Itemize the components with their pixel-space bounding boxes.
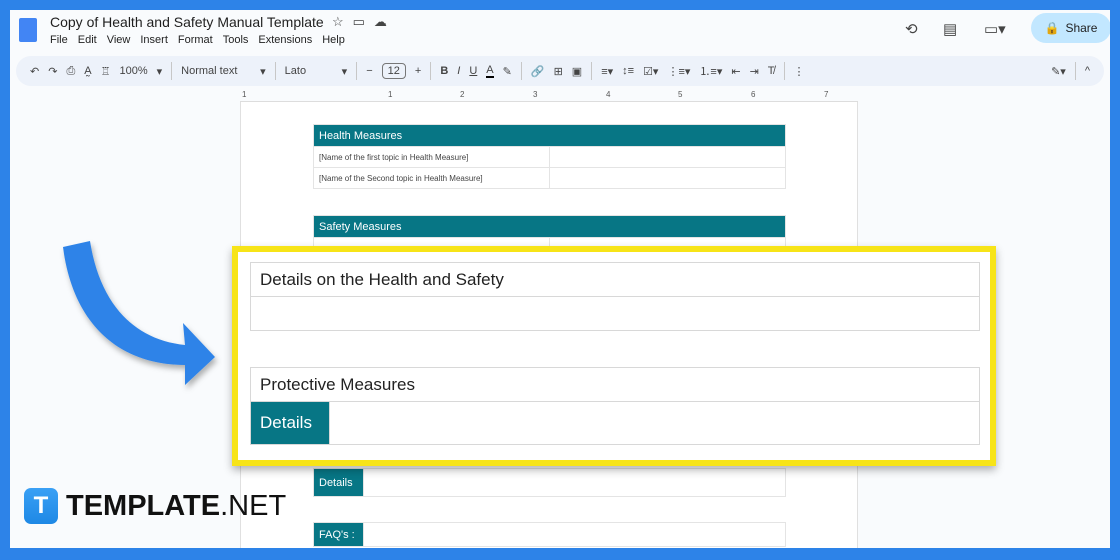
safety-measures-header: Safety Measures xyxy=(313,215,786,238)
protective-title-cell: Protective Measures xyxy=(250,367,980,402)
faq-cell: FAQ's : xyxy=(313,522,364,547)
decrease-size-button[interactable]: − xyxy=(366,65,372,77)
protective-measures-table: Protective Measures Details xyxy=(250,367,980,445)
star-move-cloud-icons[interactable]: ☆▭☁ xyxy=(332,14,396,30)
menu-insert[interactable]: Insert xyxy=(140,34,168,46)
curved-arrow-icon xyxy=(63,241,215,385)
details-cell: Details xyxy=(250,401,330,445)
collapse-icon[interactable]: ^ xyxy=(1085,65,1090,77)
style-select[interactable]: Normal text xyxy=(181,65,251,77)
redo-icon[interactable]: ↷ xyxy=(48,65,57,78)
checklist-icon[interactable]: ☑▾ xyxy=(643,65,658,78)
lock-icon: 🔒 xyxy=(1044,21,1060,35)
menu-format[interactable]: Format xyxy=(178,34,213,46)
font-size-input[interactable]: 12 xyxy=(381,63,406,79)
decrease-indent-icon[interactable]: ⇤ xyxy=(731,65,740,78)
more-icon[interactable]: ⋮ xyxy=(794,65,805,78)
menu-bar: File Edit View Insert Format Tools Exten… xyxy=(50,34,345,46)
menu-file[interactable]: File xyxy=(50,34,68,46)
meet-icon[interactable]: ▭▾ xyxy=(984,20,1006,38)
template-net-logo: T TEMPLATE .NET xyxy=(24,488,286,524)
health-measures-header: Health Measures xyxy=(313,124,786,147)
paint-format-icon[interactable]: ♖ xyxy=(101,65,111,78)
undo-icon[interactable]: ↶ xyxy=(30,65,39,78)
bullet-list-icon[interactable]: ⋮≡▾ xyxy=(667,65,690,78)
spellcheck-icon[interactable]: A̰ xyxy=(84,65,91,77)
details-health-safety-table: Details on the Health and Safety xyxy=(250,262,980,331)
clear-format-icon[interactable]: T̸ xyxy=(768,65,775,77)
text-color-button[interactable]: A xyxy=(486,64,494,78)
details-table: Details xyxy=(313,468,786,497)
toolbar: ↶ ↷ ⎙ A̰ ♖ 100% ▾ Normal text ▾ Lato ▾ − 12… xyxy=(16,56,1104,86)
share-button[interactable]: 🔒 Share xyxy=(1031,13,1110,43)
link-icon[interactable]: 🔗 xyxy=(531,65,545,78)
menu-view[interactable]: View xyxy=(107,34,131,46)
menu-extensions[interactable]: Extensions xyxy=(258,34,312,46)
increase-indent-icon[interactable]: ⇥ xyxy=(750,65,759,78)
docs-logo-icon[interactable] xyxy=(19,18,37,42)
highlight-callout: Details on the Health and Safety Protect… xyxy=(232,246,996,466)
faq-table: FAQ's : xyxy=(313,522,786,547)
ruler[interactable]: 1 1 2 3 4 5 6 7 xyxy=(240,90,858,102)
zoom-select[interactable]: 100% xyxy=(119,65,147,77)
line-spacing-icon[interactable]: ↕≡ xyxy=(622,65,634,77)
details-title-cell: Details on the Health and Safety xyxy=(250,262,980,297)
table-cell: [Name of the first topic in Health Measu… xyxy=(313,146,550,168)
history-icon[interactable]: ⟲ xyxy=(905,20,918,38)
health-measures-table: Health Measures [Name of the first topic… xyxy=(313,124,786,189)
details-cell: Details xyxy=(313,468,364,497)
menu-edit[interactable]: Edit xyxy=(78,34,97,46)
comment-icon[interactable]: ▤ xyxy=(943,20,957,38)
italic-button[interactable]: I xyxy=(457,65,460,77)
document-title[interactable]: Copy of Health and Safety Manual Templat… xyxy=(50,14,324,30)
numbered-list-icon[interactable]: ⒈≡▾ xyxy=(699,63,722,79)
menu-help[interactable]: Help xyxy=(322,34,345,46)
add-comment-icon[interactable]: ⊞ xyxy=(554,65,563,78)
table-cell: [Name of the Second topic in Health Meas… xyxy=(313,167,550,189)
template-logo-icon: T xyxy=(24,488,58,524)
increase-size-button[interactable]: + xyxy=(415,65,421,77)
editing-mode-icon[interactable]: ✎▾ xyxy=(1051,65,1066,78)
image-icon[interactable]: ▣ xyxy=(572,65,582,78)
highlight-icon[interactable]: ✎ xyxy=(503,65,512,78)
bold-button[interactable]: B xyxy=(440,65,448,77)
underline-button[interactable]: U xyxy=(469,65,477,77)
menu-tools[interactable]: Tools xyxy=(223,34,249,46)
align-icon[interactable]: ≡▾ xyxy=(601,65,613,78)
print-icon[interactable]: ⎙ xyxy=(66,65,75,78)
font-select[interactable]: Lato xyxy=(285,65,333,77)
